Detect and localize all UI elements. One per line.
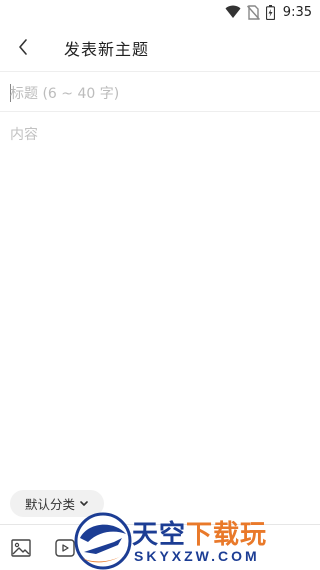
insert-image-button[interactable] <box>10 537 32 559</box>
page-title: 发表新主题 <box>64 40 150 59</box>
watermark-logo-icon <box>74 512 132 570</box>
wifi-icon <box>225 5 241 18</box>
watermark-english-text: SKYXZW.COM <box>134 548 260 564</box>
watermark-chinese-accent: 下载玩 <box>186 520 268 550</box>
title-input[interactable]: 标题 (6 ~ 40 字) <box>0 71 320 112</box>
video-icon <box>55 539 75 557</box>
category-label: 默认分类 <box>24 497 75 512</box>
status-bar: 9:35 <box>0 0 320 24</box>
battery-charging-icon <box>265 4 275 20</box>
no-sim-icon <box>246 4 260 20</box>
image-icon <box>11 539 31 557</box>
status-icons: 9:35 <box>225 3 312 21</box>
watermark: 天空下载玩 SKYXZW.COM <box>74 512 320 570</box>
chevron-left-icon <box>19 39 27 55</box>
insert-video-button[interactable] <box>54 537 76 559</box>
watermark-chinese-main: 天空 <box>132 520 187 550</box>
chevron-down-icon <box>80 500 88 506</box>
status-time: 9:35 <box>282 4 312 20</box>
back-button[interactable] <box>8 32 38 62</box>
title-placeholder: 标题 (6 ~ 40 字) <box>10 86 120 102</box>
content-placeholder: 内容 <box>10 127 38 143</box>
watermark-chinese-text: 天空下载玩 <box>132 514 267 551</box>
app-bar: 发表新主题 <box>0 24 320 70</box>
content-input[interactable]: 内容 <box>0 112 320 482</box>
